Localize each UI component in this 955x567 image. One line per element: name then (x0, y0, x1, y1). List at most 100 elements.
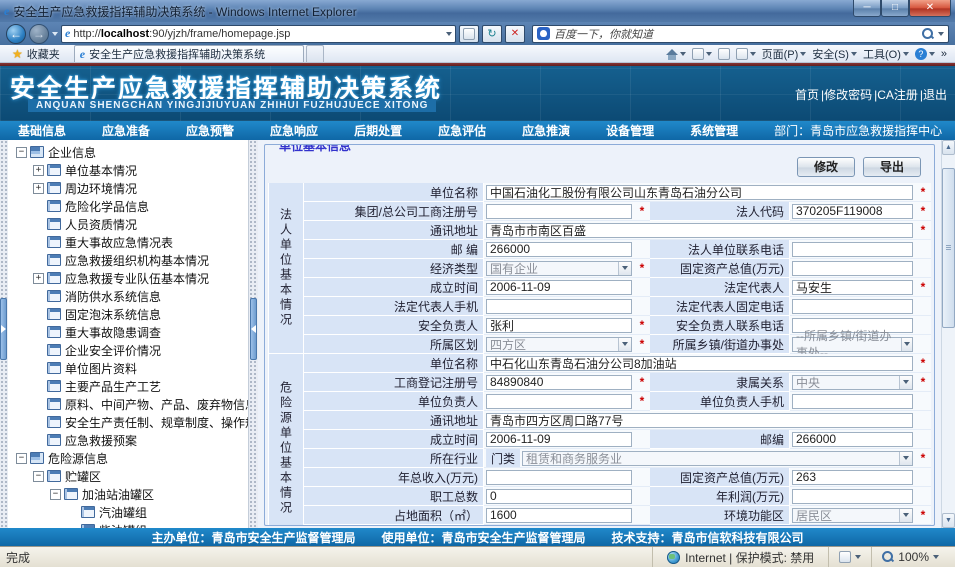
text-input[interactable] (792, 470, 913, 485)
text-input[interactable] (486, 508, 632, 523)
select-arrow-icon[interactable] (899, 452, 912, 465)
menu-item-应急准备[interactable]: 应急准备 (84, 122, 168, 139)
top-link[interactable]: |CA注册 (874, 88, 918, 102)
select-input[interactable]: 租赁和商务服务业 (522, 451, 913, 466)
text-input[interactable] (486, 185, 913, 200)
address-input[interactable]: e http://localhost:90/yjzh/frame/homepag… (61, 25, 456, 43)
tree-item[interactable]: −企业信息 (8, 143, 248, 161)
text-input[interactable] (486, 432, 632, 447)
text-input[interactable] (792, 242, 913, 257)
text-input[interactable] (486, 413, 913, 428)
tree-item[interactable]: 主要产品生产工艺 (8, 377, 248, 395)
maximize-button[interactable]: □ (881, 0, 909, 17)
search-magnifier-icon[interactable] (922, 28, 934, 40)
tree-item[interactable]: 应急救援预案 (8, 431, 248, 449)
tree-item[interactable]: 汽油罐组 (8, 503, 248, 521)
text-input[interactable] (486, 375, 632, 390)
page-menu-button[interactable]: 页面(P) (762, 46, 807, 62)
home-button[interactable] (666, 51, 686, 57)
tree-item[interactable]: +周边环境情况 (8, 179, 248, 197)
tree-item[interactable]: 重大事故应急情况表 (8, 233, 248, 251)
overflow-chevron-icon[interactable]: » (941, 48, 947, 60)
text-input[interactable] (486, 223, 913, 238)
search-dropdown-icon[interactable] (938, 32, 944, 36)
tree-item[interactable]: 柴油罐组 (8, 521, 248, 528)
forward-button[interactable]: → (29, 24, 49, 44)
text-input[interactable] (792, 204, 913, 219)
close-button[interactable]: ✕ (909, 0, 951, 17)
text-input[interactable] (486, 470, 632, 485)
main-scrollbar[interactable]: ▲ ▼ (941, 140, 955, 528)
modify-button[interactable]: 修改 (797, 157, 855, 177)
tree-expand-toggle[interactable]: + (33, 165, 44, 176)
refresh-button[interactable]: ↻ (482, 25, 502, 43)
tree-item[interactable]: 危险化学品信息 (8, 197, 248, 215)
sidebar-collapse-handle[interactable] (250, 298, 257, 360)
tree-item[interactable]: 原料、中间产物、产品、废弃物信息 (8, 395, 248, 413)
scroll-down-button[interactable]: ▼ (942, 513, 955, 528)
tree-item[interactable]: −加油站油罐区 (8, 485, 248, 503)
mail-button[interactable] (718, 48, 730, 60)
tree-expand-toggle[interactable]: − (33, 471, 44, 482)
zoom-button[interactable]: 100% (871, 547, 949, 567)
text-input[interactable] (486, 356, 913, 371)
tree-expand-toggle[interactable]: − (16, 147, 27, 158)
text-input[interactable] (486, 489, 632, 504)
export-button[interactable]: 导出 (863, 157, 921, 177)
text-input[interactable] (792, 489, 913, 504)
security-zone[interactable]: Internet | 保护模式: 禁用 (652, 547, 828, 567)
favorites-button[interactable]: ★ 收藏夹 (4, 45, 68, 62)
tree-item[interactable]: 固定泡沫系统信息 (8, 305, 248, 323)
text-input[interactable] (792, 280, 913, 295)
top-link[interactable]: 首页 (795, 88, 819, 102)
select-input[interactable]: --所属乡镇/街道办事处-- (792, 337, 913, 352)
tree-item[interactable]: 消防供水系统信息 (8, 287, 248, 305)
text-input[interactable] (792, 299, 913, 314)
menu-item-系统管理[interactable]: 系统管理 (672, 122, 756, 139)
select-arrow-icon[interactable] (899, 376, 912, 389)
menu-item-基础信息[interactable]: 基础信息 (0, 122, 84, 139)
safety-menu-button[interactable]: 安全(S) (812, 46, 857, 62)
tools-menu-button[interactable]: 工具(O) (863, 46, 909, 62)
tree-item[interactable]: 重大事故隐患调查 (8, 323, 248, 341)
select-input[interactable]: 中央 (792, 375, 913, 390)
tab-active[interactable]: e 安全生产应急救援指挥辅助决策系统 (74, 45, 304, 62)
select-arrow-icon[interactable] (899, 509, 912, 522)
tree-item[interactable]: +应急救援专业队伍基本情况 (8, 269, 248, 287)
stop-button[interactable]: ✕ (505, 25, 525, 43)
minimize-button[interactable]: ─ (853, 0, 881, 17)
print-button[interactable] (736, 48, 756, 60)
select-input[interactable]: 居民区 (792, 508, 913, 523)
select-arrow-icon[interactable] (901, 338, 912, 351)
text-input[interactable] (486, 204, 632, 219)
menu-item-应急响应[interactable]: 应急响应 (252, 122, 336, 139)
tree-item[interactable]: 单位图片资料 (8, 359, 248, 377)
text-input[interactable] (486, 280, 632, 295)
menu-item-应急推演[interactable]: 应急推演 (504, 122, 588, 139)
sidebar-splitter[interactable] (248, 140, 258, 528)
compatibility-view-button[interactable] (459, 25, 479, 43)
privacy-button[interactable] (828, 547, 871, 567)
scroll-thumb[interactable] (942, 168, 955, 328)
tree-expand-toggle[interactable]: + (33, 273, 44, 284)
back-button[interactable]: ← (6, 24, 26, 44)
text-input[interactable] (792, 261, 913, 276)
sidebar-collapse-handle-left[interactable] (0, 298, 7, 360)
menu-item-后期处置[interactable]: 后期处置 (336, 122, 420, 139)
search-input[interactable]: 百度一下，你就知道 (532, 25, 949, 43)
select-arrow-icon[interactable] (618, 338, 631, 351)
text-input[interactable] (792, 432, 913, 447)
tree-item[interactable]: 安全生产责任制、规章制度、操作规程信息 (8, 413, 248, 431)
menu-item-应急评估[interactable]: 应急评估 (420, 122, 504, 139)
tree-item[interactable]: −危险源信息 (8, 449, 248, 467)
text-input[interactable] (486, 318, 632, 333)
text-input[interactable] (486, 299, 632, 314)
text-input[interactable] (792, 394, 913, 409)
menu-item-应急预警[interactable]: 应急预警 (168, 122, 252, 139)
menu-item-设备管理[interactable]: 设备管理 (588, 122, 672, 139)
tree-item[interactable]: 企业安全评价情况 (8, 341, 248, 359)
feeds-button[interactable] (692, 48, 712, 60)
tree-item[interactable]: 人员资质情况 (8, 215, 248, 233)
select-input[interactable]: 国有企业 (486, 261, 632, 276)
text-input[interactable] (486, 242, 632, 257)
